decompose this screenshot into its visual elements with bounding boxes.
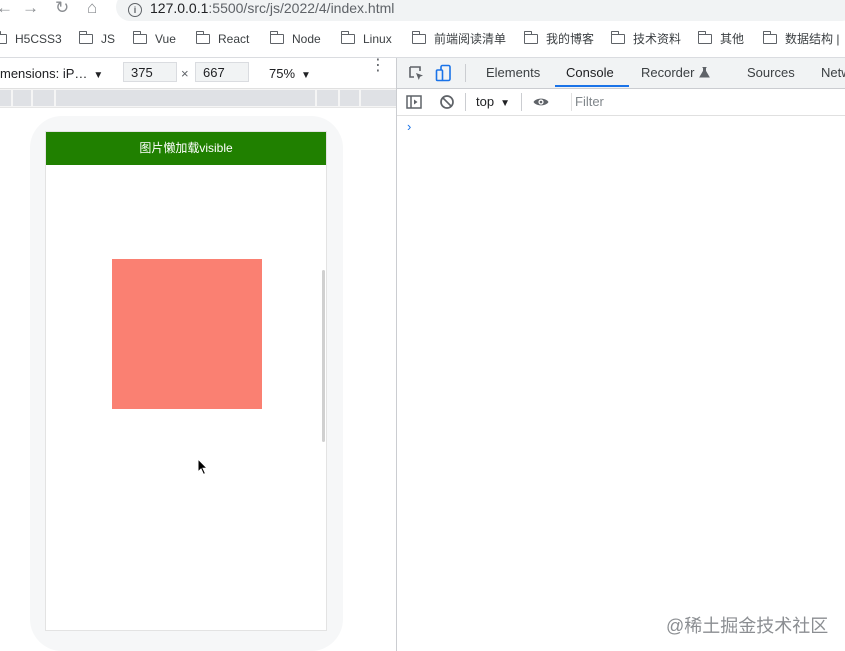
separator (521, 93, 522, 111)
tab-sources[interactable]: Sources (747, 65, 795, 80)
folder-icon (523, 31, 538, 44)
watermark: @稀土掘金技术社区 (666, 616, 829, 636)
forward-button[interactable]: → (22, 0, 39, 18)
zoom-label: 75% (269, 66, 296, 81)
zoom-select[interactable]: 75% ▼ (269, 66, 311, 81)
url-host: 127.0.0.1 (150, 0, 209, 16)
console-toolbar: top ▼ Filter (397, 89, 845, 116)
width-input[interactable]: 375 (123, 62, 177, 82)
caret-down-icon: ▼ (500, 98, 510, 109)
device-toolbar-toggle-icon[interactable] (435, 64, 453, 82)
bookmark-reading-list[interactable]: 前端阅读清单 (411, 31, 507, 48)
ruler-segment[interactable] (340, 90, 359, 106)
execution-context-select[interactable]: top ▼ (476, 94, 510, 109)
bookmark-js[interactable]: JS (78, 31, 116, 48)
lazy-load-image-box (112, 259, 262, 409)
ruler-segment[interactable] (317, 90, 338, 106)
bookmark-react[interactable]: React (195, 31, 250, 48)
bookmark-my-blog[interactable]: 我的博客 (523, 31, 595, 48)
folder-icon (269, 31, 284, 44)
ruler-segment[interactable] (33, 90, 54, 106)
console-output[interactable]: › (397, 116, 845, 651)
eye-icon[interactable] (532, 93, 550, 111)
tab-elements[interactable]: Elements (486, 65, 540, 80)
folder-icon (411, 31, 426, 44)
mouse-cursor-icon (197, 458, 209, 476)
flask-icon (699, 67, 711, 78)
folder-icon (132, 31, 147, 44)
device-select[interactable]: mensions: iP… ▼ (0, 66, 103, 81)
browser-toolbar: ← → ↻ ⌂ i 127.0.0.1:5500/src/js/2022/4/i… (0, 0, 845, 23)
home-button[interactable]: ⌂ (87, 0, 97, 18)
tab-recorder[interactable]: Recorder (641, 65, 711, 80)
viewport-scrollbar[interactable] (322, 270, 325, 442)
clear-console-icon[interactable] (438, 93, 456, 111)
show-sidebar-icon[interactable] (405, 93, 423, 111)
folder-icon (610, 31, 625, 44)
bookmark-label: 数据结构 | (785, 32, 840, 46)
bookmark-label: React (218, 32, 250, 46)
devtools-tabbar: Elements Console Recorder Sources Netw (397, 58, 845, 89)
bookmark-label: 技术资料 (633, 32, 682, 46)
caret-down-icon: ▼ (301, 70, 311, 81)
bookmark-label: H5CSS3 (15, 32, 62, 46)
separator (465, 93, 466, 111)
bookmark-tech-docs[interactable]: 技术资料 (610, 31, 682, 48)
more-options-icon[interactable]: ⋮ (370, 58, 386, 74)
bookmark-other[interactable]: 其他 (697, 31, 745, 48)
bookmark-linux[interactable]: Linux (340, 31, 392, 48)
tab-recorder-label: Recorder (641, 65, 695, 80)
tab-console[interactable]: Console (566, 65, 614, 80)
active-tab-indicator (555, 85, 629, 87)
back-button[interactable]: ← (0, 0, 13, 18)
bookmark-vue[interactable]: Vue (132, 31, 176, 48)
url-path: :5500/src/js/2022/4/index.html (208, 0, 395, 16)
filter-input[interactable]: Filter (571, 93, 845, 111)
inspect-element-icon[interactable] (407, 64, 425, 82)
bookmarks-bar: H5CSS3 JS Vue React Node Linux 前端阅读清单 我的… (0, 23, 845, 58)
times-icon: × (181, 66, 189, 81)
folder-icon (0, 31, 7, 44)
ruler-segment[interactable] (13, 90, 31, 106)
bookmark-label: Node (292, 32, 321, 46)
media-query-ruler[interactable] (0, 89, 396, 108)
caret-down-icon: ▼ (93, 70, 104, 81)
info-icon[interactable]: i (128, 3, 142, 17)
bookmark-label: 其他 (720, 32, 745, 46)
ruler-segment[interactable] (56, 90, 315, 106)
bookmark-label: Linux (363, 32, 392, 46)
page-header: 图片懒加载visible (46, 132, 326, 165)
tab-network[interactable]: Netw (821, 65, 845, 80)
folder-icon (762, 31, 777, 44)
bookmark-data-structures[interactable]: 数据结构 | (762, 31, 840, 48)
bookmark-h5css3[interactable]: H5CSS3 (0, 31, 62, 48)
separator (465, 64, 466, 82)
device-select-label: mensions: iP… (0, 66, 88, 81)
folder-icon (195, 31, 210, 44)
bookmark-label: 前端阅读清单 (434, 32, 507, 46)
device-viewport[interactable]: 图片懒加载visible (45, 131, 327, 631)
ruler-segment[interactable] (0, 90, 11, 106)
bookmark-label: JS (101, 32, 116, 46)
address-bar[interactable]: i 127.0.0.1:5500/src/js/2022/4/index.htm… (116, 0, 845, 21)
url-text: 127.0.0.1:5500/src/js/2022/4/index.html (150, 0, 394, 16)
bookmark-label: Vue (155, 32, 176, 46)
ruler-segment[interactable] (361, 90, 396, 106)
bookmark-label: 我的博客 (546, 32, 595, 46)
height-input[interactable]: 667 (195, 62, 249, 82)
console-prompt[interactable]: › (407, 119, 411, 134)
reload-button[interactable]: ↻ (55, 0, 69, 18)
device-toolbar: mensions: iP… ▼ 375 × 667 75% ▼ ⋮ (0, 58, 396, 89)
context-label: top (476, 94, 495, 109)
bookmark-node[interactable]: Node (269, 31, 321, 48)
folder-icon (78, 31, 93, 44)
folder-icon (340, 31, 355, 44)
folder-icon (697, 31, 712, 44)
